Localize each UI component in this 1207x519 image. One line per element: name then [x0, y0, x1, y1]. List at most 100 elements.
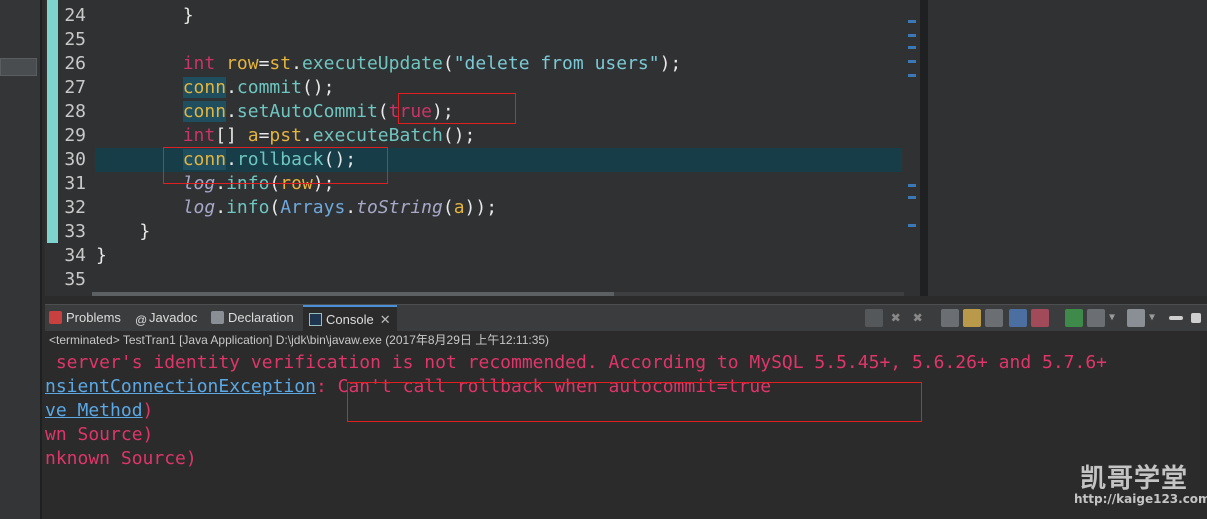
- code-line[interactable]: int[] a=pst.executeBatch();: [96, 124, 476, 148]
- right-side-panel: [928, 0, 1207, 296]
- tab-javadoc-label: Javadoc: [149, 310, 198, 325]
- line-number: 31: [64, 173, 86, 194]
- code-token: =: [258, 125, 270, 146]
- ruler-marker[interactable]: [908, 184, 916, 187]
- line-number: 32: [64, 197, 86, 218]
- pin-console-icon[interactable]: [1065, 309, 1083, 327]
- remove-launch-icon[interactable]: ✖: [887, 309, 905, 327]
- clear-console-icon[interactable]: [941, 309, 959, 327]
- close-icon[interactable]: ✕: [380, 312, 391, 327]
- tab-declaration[interactable]: Declaration: [211, 305, 294, 331]
- code-token: ));: [464, 197, 498, 218]
- remove-all-icon[interactable]: ✖: [909, 309, 927, 327]
- horizontal-scrollbar-track[interactable]: [614, 292, 904, 296]
- tab-console-label: Console: [326, 312, 374, 327]
- code-token: (: [442, 53, 454, 74]
- code-token: Arrays: [280, 197, 346, 218]
- ruler-marker[interactable]: [908, 20, 916, 23]
- open-console-icon[interactable]: [1127, 309, 1145, 327]
- left-panel-tab[interactable]: [0, 58, 37, 76]
- code-token: .: [226, 101, 237, 122]
- ruler-marker[interactable]: [908, 74, 916, 77]
- maximize-icon[interactable]: [1191, 313, 1201, 323]
- panel-divider[interactable]: [40, 0, 42, 519]
- code-line[interactable]: int row=st.executeUpdate("delete from us…: [96, 52, 682, 76]
- console-tab-bar: Problems @ Javadoc Declaration Console ✕ ✖…: [45, 304, 1207, 331]
- line-number: 28: [64, 101, 86, 122]
- code-token: []: [215, 125, 248, 146]
- editor-scrollbar[interactable]: [920, 0, 928, 296]
- code-token: a: [453, 197, 465, 218]
- code-token: toString: [356, 197, 443, 218]
- tab-problems[interactable]: Problems: [49, 305, 121, 331]
- stack-trace-link[interactable]: ve Method: [45, 400, 143, 421]
- display-console-icon[interactable]: [1087, 309, 1105, 327]
- code-token: .: [345, 197, 357, 218]
- problems-icon: [49, 311, 62, 324]
- console-icon: [309, 313, 322, 326]
- code-token: executeBatch: [312, 125, 443, 146]
- ruler-marker[interactable]: [908, 34, 916, 37]
- code-line[interactable]: }: [96, 244, 107, 268]
- code-token: a: [247, 125, 259, 146]
- console-output[interactable]: server's identity verification is not re…: [45, 349, 1207, 519]
- code-token: }: [182, 5, 194, 26]
- code-token: conn: [182, 101, 227, 122]
- code-token: row: [226, 53, 259, 74]
- console-line: wn Source): [45, 424, 154, 445]
- code-token: st: [269, 53, 292, 74]
- annotation-box-true: [398, 93, 516, 124]
- ruler-marker[interactable]: [908, 60, 916, 63]
- ruler-marker[interactable]: [908, 196, 916, 199]
- horizontal-scrollbar-thumb[interactable]: [92, 292, 614, 296]
- line-number: 26: [64, 53, 86, 74]
- annotation-box-rollback: [163, 147, 388, 184]
- code-token: .: [291, 53, 302, 74]
- tab-console[interactable]: Console ✕: [303, 305, 397, 331]
- change-marker-bar: [47, 0, 58, 243]
- code-token: setAutoCommit: [236, 101, 378, 122]
- chevron-down-icon[interactable]: ▼: [1149, 309, 1159, 327]
- terminate-icon[interactable]: [865, 309, 883, 327]
- code-token: .: [226, 77, 237, 98]
- show-on-error-icon[interactable]: [1031, 309, 1049, 327]
- word-wrap-icon[interactable]: [985, 309, 1003, 327]
- code-line[interactable]: }: [96, 4, 194, 28]
- code-token: ();: [301, 77, 335, 98]
- tab-javadoc[interactable]: @ Javadoc: [135, 305, 197, 331]
- tab-declaration-label: Declaration: [228, 310, 294, 325]
- code-token: (: [269, 197, 281, 218]
- left-side-panel: [0, 0, 42, 519]
- scroll-lock-icon[interactable]: [963, 309, 981, 327]
- watermark-url: http://kaige123.com: [1074, 492, 1207, 506]
- code-line[interactable]: log.info(Arrays.toString(a));: [96, 196, 497, 220]
- ruler-marker[interactable]: [908, 224, 916, 227]
- tab-problems-label: Problems: [66, 310, 121, 325]
- exception-link[interactable]: nsientConnectionException: [45, 376, 316, 397]
- console-line: nknown Source): [45, 448, 197, 469]
- code-line[interactable]: }: [96, 220, 150, 244]
- line-number: 24: [64, 5, 86, 26]
- line-number: 27: [64, 77, 86, 98]
- code-line[interactable]: conn.commit();: [96, 76, 334, 100]
- code-token: int: [182, 125, 216, 146]
- declaration-icon: [211, 311, 224, 324]
- watermark: 凯哥学堂 http://kaige123.com: [1072, 458, 1207, 512]
- ruler-marker[interactable]: [908, 46, 916, 49]
- line-number: 29: [64, 125, 86, 146]
- code-token: commit: [236, 77, 302, 98]
- line-number: 30: [64, 149, 86, 170]
- minimize-icon[interactable]: [1169, 316, 1183, 320]
- code-token: "delete from users": [453, 53, 660, 74]
- overview-ruler[interactable]: [905, 0, 919, 296]
- code-token: conn: [182, 77, 227, 98]
- chevron-down-icon[interactable]: ▼: [1109, 309, 1119, 327]
- show-on-output-icon[interactable]: [1009, 309, 1027, 327]
